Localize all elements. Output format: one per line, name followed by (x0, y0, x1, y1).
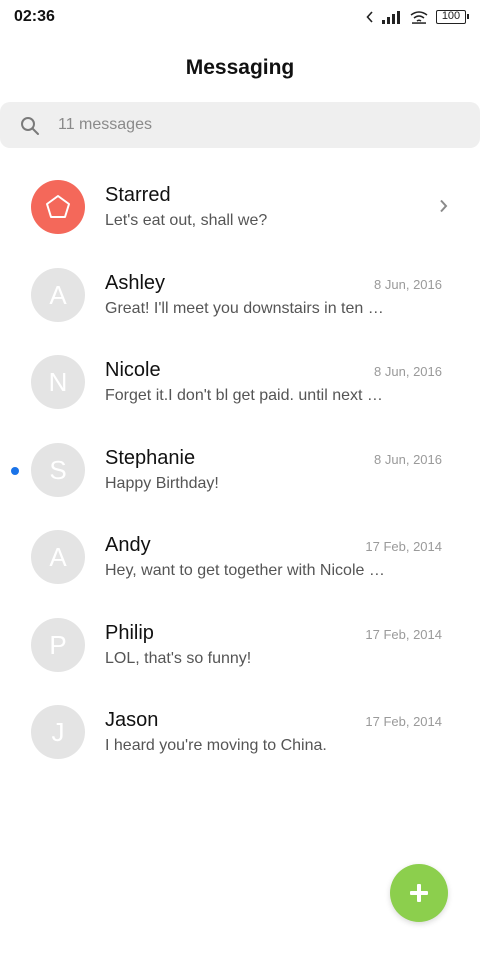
avatar: A (31, 530, 85, 584)
conversation-item[interactable]: P Philip 17 Feb, 2014 LOL, that's so fun… (0, 602, 480, 690)
conversation-date: 8 Jun, 2016 (374, 276, 442, 292)
conversation-name: Jason (105, 709, 159, 731)
avatar (31, 180, 85, 234)
conversation-preview: I heard you're moving to China. (105, 737, 327, 754)
unread-indicator (11, 466, 19, 475)
avatar: P (31, 617, 85, 672)
search-input[interactable] (58, 102, 458, 148)
conversation-date: 17 Feb, 2014 (365, 539, 442, 554)
status-time: 02:36 (14, 8, 55, 25)
conversation-date: 8 Jun, 2016 (374, 364, 442, 379)
conversation-name: Stephanie (105, 446, 196, 469)
conversation-item[interactable]: A Andy 17 Feb, 2014 Hey, want to get tog… (0, 514, 480, 602)
conversation-name: Ashley (105, 271, 166, 294)
wifi-icon (410, 10, 428, 24)
conversation-item[interactable]: J Jason 17 Feb, 2014 I heard you're movi… (0, 689, 480, 777)
avatar: A (31, 267, 85, 322)
signal-icon (382, 10, 402, 24)
avatar: S (31, 442, 85, 497)
search-icon (20, 116, 40, 136)
conversation-list: Starred Let's eat out, shall we? A Ashle… (0, 164, 480, 777)
conversation-name: Andy (105, 534, 151, 556)
status-icons: 100 (366, 8, 469, 26)
search-bar[interactable] (0, 102, 480, 148)
chevron-left-icon (366, 11, 374, 23)
conversation-date: 8 Jun, 2016 (374, 451, 442, 467)
conversation-item[interactable]: S Stephanie 8 Jun, 2016 Happy Birthday! (0, 427, 480, 515)
conversation-item[interactable]: N Nicole 8 Jun, 2016 Forget it.I don't b… (0, 339, 480, 427)
conversation-date: 17 Feb, 2014 (365, 714, 442, 729)
conversation-preview: Hey, want to get together with Nicole … (105, 562, 385, 579)
conversation-name: Philip (105, 621, 154, 644)
page-title: Messaging (185, 56, 295, 79)
avatar: N (31, 355, 85, 409)
avatar: J (31, 705, 85, 759)
conversation-preview: Happy Birthday! (105, 474, 219, 492)
battery-icon: 100 (436, 10, 469, 24)
conversation-preview: Forget it.I don't bl get paid. until nex… (105, 387, 385, 404)
status-bar: 02:36 100 (0, 0, 480, 36)
new-message-button[interactable] (390, 864, 448, 922)
conversation-name: Nicole (105, 359, 161, 381)
conversation-name: Starred (105, 184, 171, 206)
conversation-date: 17 Feb, 2014 (365, 626, 442, 642)
conversation-item-starred[interactable]: Starred Let's eat out, shall we? (0, 164, 480, 252)
conversation-preview: Let's eat out, shall we? (105, 212, 268, 229)
conversation-preview: LOL, that's so funny! (105, 649, 252, 667)
conversation-item[interactable]: A Ashley 8 Jun, 2016 Great! I'll meet yo… (0, 252, 480, 340)
chevron-right-icon (439, 199, 448, 218)
conversation-preview: Great! I'll meet you downstairs in ten … (105, 299, 384, 317)
